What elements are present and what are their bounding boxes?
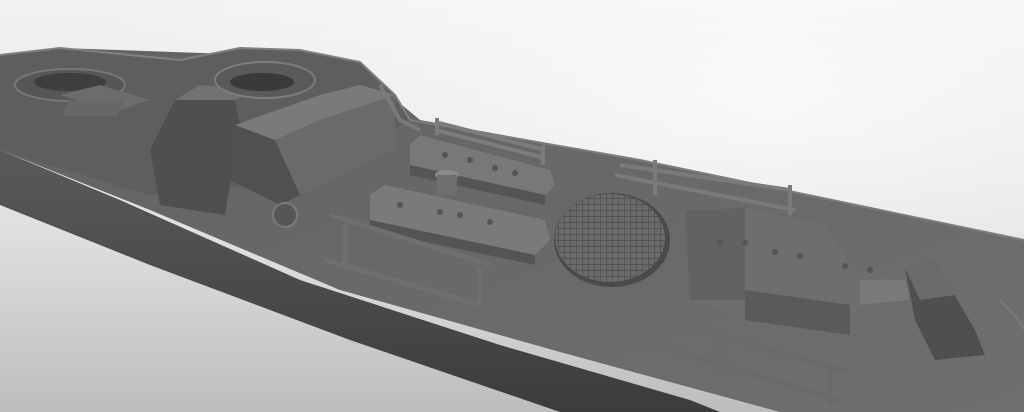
render-viewport	[0, 0, 1024, 412]
turret-well	[230, 73, 294, 91]
forward-hatch	[62, 100, 124, 116]
deck-bitt	[435, 170, 459, 195]
deck-grate	[555, 194, 665, 282]
bridge-porthole	[272, 202, 298, 228]
ship-render	[0, 0, 1024, 412]
